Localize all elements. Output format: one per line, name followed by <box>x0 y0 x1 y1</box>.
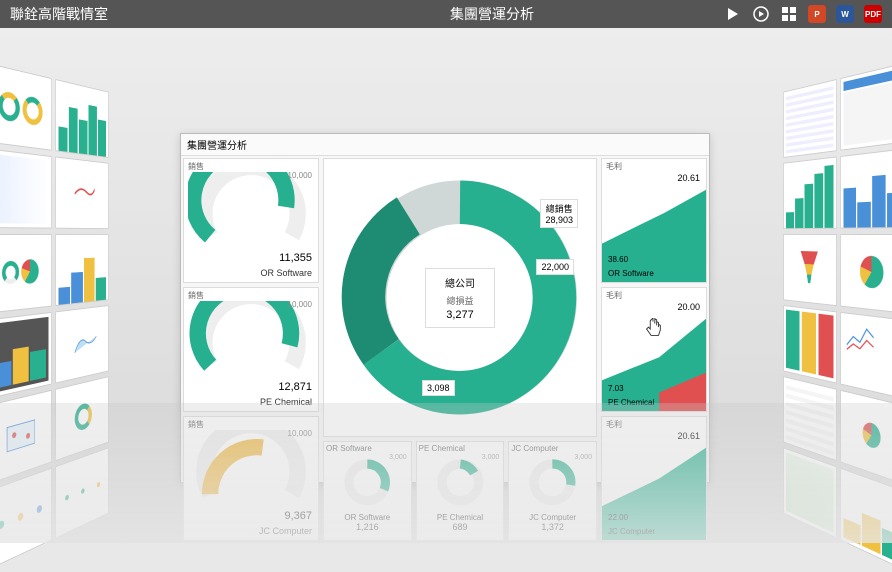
board-title: 集團營運分析 <box>181 134 709 156</box>
dashboard-thumb[interactable] <box>0 63 52 151</box>
dashboard-thumb[interactable] <box>0 148 52 228</box>
dashboard-thumb[interactable] <box>55 447 108 538</box>
mini-pe-chemical[interactable]: PE Chemical 3,000 PE Chemical 689 <box>416 441 505 541</box>
dashboard-thumb[interactable] <box>0 234 52 314</box>
next-icon[interactable] <box>752 5 770 23</box>
center-column: 總銷售 28,903 22,000 3,098 總公司 總損益 3,277 OR… <box>321 156 599 543</box>
left-wall <box>0 58 111 508</box>
area-pe-chemical[interactable]: 毛利 20.00 7.03 PE Chemical <box>601 287 707 412</box>
slice-val-2: 22,000 <box>536 259 574 275</box>
donut-center-info: 總公司 總損益 3,277 <box>425 268 495 328</box>
dashboard-thumb[interactable] <box>0 468 52 571</box>
mini-donut-row: OR Software 3,000 OR Software 1,216 PE C… <box>321 439 599 543</box>
app-header: 聯銓高階戰情室 集團營運分析 P W PDF <box>0 0 892 28</box>
dashboard-thumb[interactable] <box>840 234 892 314</box>
gauge-pe-chemical[interactable]: 銷售 10,000 12,871 PE Chemical <box>183 287 319 412</box>
dashboard-thumb[interactable] <box>55 79 108 158</box>
gauge-jc-computer[interactable]: 銷售 10,000 9,367 JC Computer <box>183 416 319 541</box>
main-donut-chart[interactable]: 總銷售 28,903 22,000 3,098 總公司 總損益 3,277 <box>323 158 597 437</box>
right-wall <box>781 58 892 508</box>
dashboard-thumb[interactable] <box>0 312 52 399</box>
main-dashboard[interactable]: 集團營運分析 銷售 10,000 11,355 OR Software 銷售 1… <box>180 133 710 483</box>
dashboard-thumb[interactable] <box>783 376 836 461</box>
dashboard-thumb[interactable] <box>55 305 108 383</box>
dashboard-thumb[interactable] <box>783 157 836 230</box>
gauge-value: 12,871 <box>278 381 312 393</box>
page-title: 集團營運分析 <box>260 4 724 24</box>
area-jc-computer[interactable]: 毛利 20.61 22.00 JC Computer <box>601 416 707 541</box>
dashboard-thumb[interactable] <box>840 148 892 228</box>
gauge-max: 10,000 <box>288 171 312 180</box>
gauge-name: OR Software <box>260 268 312 278</box>
gauge-name: JC Computer <box>259 526 312 536</box>
gauge-max: 10,000 <box>288 429 312 438</box>
export-pdf-button[interactable]: PDF <box>864 5 882 23</box>
dashboard-thumb[interactable] <box>783 447 836 538</box>
gauge-value: 11,355 <box>279 252 312 264</box>
slice-val-3: 3,098 <box>422 380 455 396</box>
mini-jc-computer[interactable]: JC Computer 3,000 JC Computer 1,372 <box>508 441 597 541</box>
dashboard-thumb[interactable] <box>55 234 108 306</box>
dashboard-thumb[interactable] <box>840 312 892 399</box>
header-toolbar: P W PDF <box>724 5 882 23</box>
slice-sales: 總銷售 28,903 <box>540 199 578 228</box>
export-ppt-button[interactable]: P <box>808 5 826 23</box>
grid-icon[interactable] <box>780 5 798 23</box>
dashboard-thumb[interactable] <box>55 376 108 461</box>
dashboard-stage: 集團營運分析 銷售 10,000 11,355 OR Software 銷售 1… <box>0 28 892 543</box>
gauge-value: 9,367 <box>284 510 312 522</box>
app-title: 聯銓高階戰情室 <box>10 4 260 24</box>
area-or-software[interactable]: 毛利 20.61 38.60 OR Software <box>601 158 707 283</box>
dashboard-thumb[interactable] <box>55 157 108 230</box>
gauge-column: 銷售 10,000 11,355 OR Software 銷售 10,000 1… <box>181 156 321 543</box>
area-column: 毛利 20.61 38.60 OR Software 毛利 20.00 7.03… <box>599 156 709 543</box>
gauge-name: PE Chemical <box>260 397 312 407</box>
dashboard-thumb[interactable] <box>783 79 836 158</box>
play-icon[interactable] <box>724 5 742 23</box>
dashboard-thumb[interactable] <box>840 468 892 571</box>
dashboard-thumb[interactable] <box>783 234 836 306</box>
export-word-button[interactable]: W <box>836 5 854 23</box>
gauge-or-software[interactable]: 銷售 10,000 11,355 OR Software <box>183 158 319 283</box>
dashboard-thumb[interactable] <box>783 305 836 383</box>
mini-or-software[interactable]: OR Software 3,000 OR Software 1,216 <box>323 441 412 541</box>
gauge-max: 10,000 <box>288 300 312 309</box>
dashboard-thumb[interactable] <box>840 63 892 151</box>
